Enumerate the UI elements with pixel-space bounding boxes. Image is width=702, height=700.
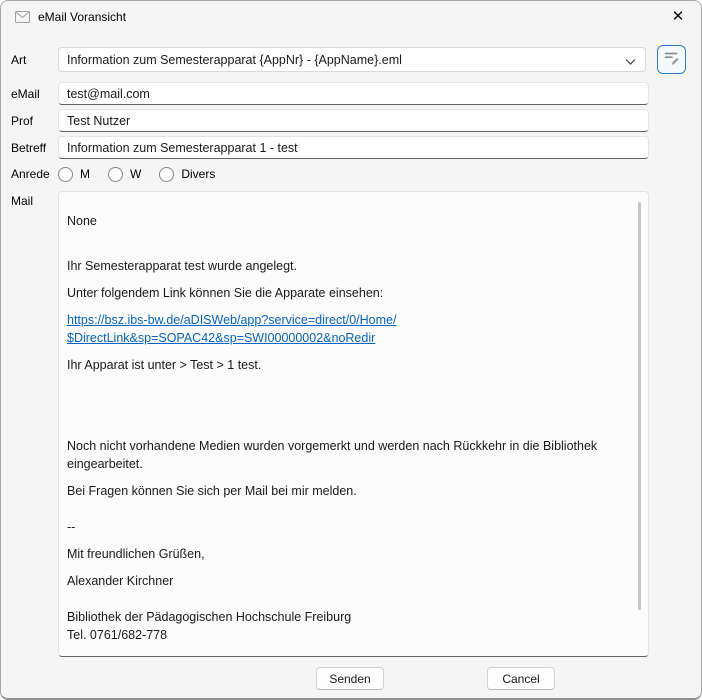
- cancel-button[interactable]: Cancel: [487, 667, 555, 690]
- radio-circle-icon[interactable]: [108, 167, 123, 182]
- email-field[interactable]: test@mail.com: [58, 82, 649, 105]
- mail-body-preview[interactable]: None Ihr Semesterapparat test wurde angel…: [58, 191, 649, 657]
- chevron-down-icon: [625, 55, 636, 69]
- prof-label: Prof: [11, 114, 33, 128]
- close-icon[interactable]: ✕: [655, 1, 701, 31]
- anrede-option-label: W: [130, 167, 141, 181]
- email-value: test@mail.com: [67, 87, 150, 101]
- mail-scrollbar[interactable]: [638, 202, 641, 610]
- envelope-icon: [14, 9, 30, 25]
- window-title: eMail Voransicht: [38, 10, 126, 24]
- mail-paragraph-link: https://bsz.ibs-bw.de/aDISWeb/app?servic…: [67, 311, 630, 347]
- mail-paragraph: Bibliothek der Pädagogischen Hochschule …: [67, 608, 630, 644]
- email-preview-dialog: eMail Voransicht ✕ Art Information zum S…: [0, 0, 702, 700]
- edit-template-button[interactable]: [657, 45, 686, 74]
- mail-paragraph: --: [67, 518, 630, 536]
- anrede-radio-m[interactable]: M: [58, 167, 90, 182]
- anrede-group: M W Divers: [58, 164, 215, 184]
- betreff-value: Information zum Semesterapparat 1 - test: [67, 141, 298, 155]
- email-label: eMail: [11, 87, 40, 101]
- mail-paragraph: Ihr Apparat ist unter > Test > 1 test.: [67, 356, 630, 374]
- mail-body-content: None Ihr Semesterapparat test wurde angel…: [67, 212, 630, 644]
- mail-paragraph: Mit freundlichen Grüßen,: [67, 545, 630, 563]
- betreff-label: Betreff: [11, 141, 46, 155]
- titlebar[interactable]: eMail Voransicht ✕: [1, 1, 701, 33]
- mail-paragraph: Noch nicht vorhandene Medien wurden vorg…: [67, 437, 630, 473]
- art-label: Art: [11, 53, 26, 67]
- mail-paragraph: Ihr Semesterapparat test wurde angelegt.: [67, 257, 630, 275]
- mail-paragraph: None: [67, 212, 630, 230]
- mail-paragraph: Alexander Kirchner: [67, 572, 630, 590]
- anrede-radio-divers[interactable]: Divers: [159, 167, 215, 182]
- mail-label: Mail: [11, 194, 33, 208]
- anrede-radio-w[interactable]: W: [108, 167, 141, 182]
- prof-field[interactable]: Test Nutzer: [58, 109, 649, 132]
- prof-value: Test Nutzer: [67, 114, 130, 128]
- radio-circle-icon[interactable]: [159, 167, 174, 182]
- anrede-label: Anrede: [11, 167, 50, 181]
- mail-paragraph: Bei Fragen können Sie sich per Mail bei …: [67, 482, 630, 500]
- anrede-option-label: M: [80, 167, 90, 181]
- art-template-value: Information zum Semesterapparat {AppNr} …: [67, 53, 402, 67]
- mail-paragraph: Unter folgendem Link können Sie die Appa…: [67, 284, 630, 302]
- art-template-select[interactable]: Information zum Semesterapparat {AppNr} …: [58, 47, 646, 72]
- edit-lines-pencil-icon: [663, 49, 680, 71]
- betreff-field[interactable]: Information zum Semesterapparat 1 - test: [58, 136, 649, 159]
- anrede-option-label: Divers: [181, 167, 215, 181]
- radio-circle-icon[interactable]: [58, 167, 73, 182]
- semesterapparat-link[interactable]: https://bsz.ibs-bw.de/aDISWeb/app?servic…: [67, 313, 396, 345]
- send-button[interactable]: Senden: [316, 667, 384, 690]
